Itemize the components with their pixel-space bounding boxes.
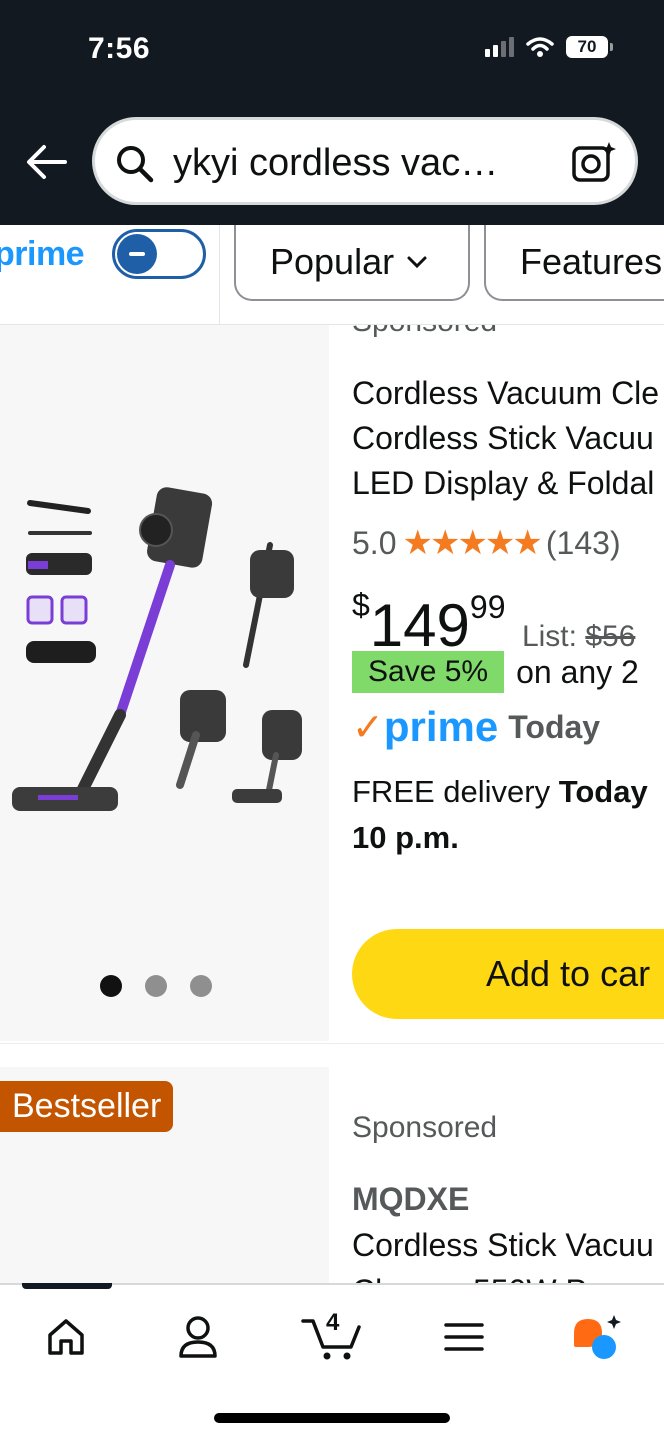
product-card[interactable]: Sponsored Cordless Vacuum Cle Cordless S… <box>0 325 664 1043</box>
review-count: (143) <box>545 524 621 561</box>
save-badge: Save 5% <box>352 651 505 693</box>
product-image[interactable]: Bestseller <box>0 1067 329 1287</box>
delivery-day: Today <box>558 774 648 809</box>
price-fraction: 99 <box>469 589 506 625</box>
bestseller-badge: Bestseller <box>0 1081 174 1132</box>
prime-toggle[interactable] <box>112 229 206 279</box>
star-rating-icon: ★★★★★ <box>402 524 542 562</box>
nav-home[interactable] <box>26 1307 106 1367</box>
filter-bar: prime Popular Features <box>0 225 664 325</box>
cart-count-badge: 4 <box>326 1309 340 1336</box>
features-chip[interactable]: Features <box>484 225 664 301</box>
list-price-value: $56 <box>585 620 636 653</box>
product-title[interactable]: Cordless Vacuum Cle <box>352 375 659 412</box>
list-price: List: $56 <box>522 620 635 653</box>
chevron-down-icon <box>407 256 427 269</box>
toggle-knob <box>117 234 157 274</box>
prime-filter[interactable]: prime <box>0 225 220 325</box>
prime-word: prime <box>383 703 499 750</box>
nav-account[interactable] <box>158 1307 238 1367</box>
prime-check-icon: ✓ <box>352 706 384 749</box>
search-input[interactable]: ykyi cordless vac… <box>173 142 553 185</box>
status-time: 7:56 <box>88 32 151 65</box>
delivery-info: FREE delivery Today 10 p.m. <box>352 769 648 861</box>
sponsored-label: Sponsored <box>352 325 497 339</box>
chip-label: Features <box>520 241 663 282</box>
rating-row[interactable]: 5.0 ★★★★★ (143) <box>352 523 621 563</box>
app-header: 7:56 70 ykyi cordless vac… <box>0 0 664 225</box>
carousel-dot[interactable] <box>145 975 167 997</box>
product-info: Sponsored Cordless Vacuum Cle Cordless S… <box>352 325 664 1041</box>
status-icons: 70 <box>485 36 613 58</box>
delivery-prefix: FREE delivery <box>352 774 559 809</box>
back-arrow-icon <box>27 145 67 179</box>
active-tab-indicator <box>22 1283 112 1289</box>
product-info: Sponsored MQDXE Cordless Stick Vacuu Cle… <box>352 1067 664 1287</box>
delivery-time: 10 p.m. <box>352 820 459 855</box>
list-label: List: <box>521 620 577 653</box>
signal-icon <box>485 37 514 57</box>
nav-menu[interactable] <box>424 1307 504 1367</box>
rating-value: 5.0 <box>352 524 397 561</box>
rufus-assistant-icon <box>574 1315 621 1359</box>
coupon-row: Save 5% on any 2 <box>352 651 639 693</box>
save-condition: on any 2 <box>516 653 639 690</box>
price: $14999 List: $56 <box>352 587 635 660</box>
prime-logo: prime <box>0 235 85 273</box>
carousel-dot[interactable] <box>100 975 122 997</box>
home-icon <box>48 1319 84 1355</box>
search-bar[interactable]: ykyi cordless vac… <box>92 117 638 205</box>
carousel-dot[interactable] <box>190 975 212 997</box>
wifi-icon <box>526 37 554 57</box>
product-image[interactable] <box>0 325 329 1041</box>
product-title[interactable]: Cordless Stick Vacuu <box>352 1227 654 1264</box>
battery-icon: 70 <box>566 36 613 58</box>
sort-popular-chip[interactable]: Popular <box>234 225 470 301</box>
battery-level: 70 <box>577 37 597 56</box>
account-icon <box>179 1316 217 1358</box>
nav-rufus-assistant[interactable] <box>556 1307 636 1367</box>
image-carousel-dots <box>100 975 220 1015</box>
sponsored-label: Sponsored <box>352 1111 498 1144</box>
bottom-nav: 4 <box>0 1283 664 1440</box>
vacuum-image <box>12 487 302 811</box>
card-divider <box>0 1043 664 1067</box>
prime-badge: ✓ prime Today <box>352 703 600 751</box>
product-card[interactable]: Bestseller Sponsored MQDXE Cordless Stic… <box>0 1067 664 1287</box>
prime-today: Today <box>508 708 601 745</box>
chip-label: Popular <box>270 241 395 282</box>
search-icon <box>117 146 154 183</box>
camera-search-icon[interactable] <box>571 140 617 184</box>
add-to-cart-button[interactable]: Add to car <box>352 929 664 1019</box>
product-title[interactable]: LED Display & Foldal <box>352 465 654 502</box>
back-button[interactable] <box>24 142 68 182</box>
nav-cart[interactable]: 4 <box>292 1307 372 1367</box>
price-symbol: $ <box>352 587 370 623</box>
hamburger-menu-icon <box>444 1323 484 1351</box>
price-whole: 149 <box>369 592 470 659</box>
home-indicator <box>214 1413 450 1423</box>
product-title[interactable]: Cordless Stick Vacuu <box>352 420 654 457</box>
brand-name: MQDXE <box>352 1181 470 1217</box>
